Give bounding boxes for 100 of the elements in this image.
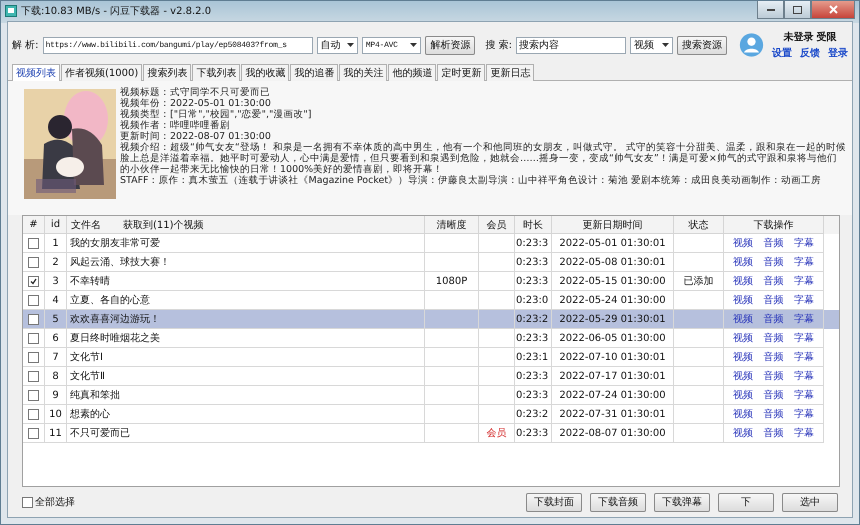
tab[interactable]: 我的追番	[290, 64, 338, 81]
footer-button[interactable]: 下载封面	[526, 492, 582, 512]
download-link[interactable]: 音频	[763, 312, 784, 326]
row-checkbox[interactable]	[28, 314, 39, 324]
download-link[interactable]: 视频	[733, 388, 754, 402]
minimize-button[interactable]	[757, 1, 784, 19]
download-link[interactable]: 音频	[763, 350, 784, 364]
row-checkbox[interactable]	[28, 408, 39, 420]
download-link[interactable]: 字幕	[794, 312, 814, 326]
footer-button[interactable]: 下载音频	[590, 492, 646, 512]
footer-button[interactable]: 下载弹幕	[654, 492, 710, 512]
search-label: 搜 索:	[485, 38, 512, 52]
search-field[interactable]: 搜索内容	[516, 36, 626, 54]
download-link[interactable]: 视频	[733, 255, 754, 269]
tab[interactable]: 我的关注	[339, 64, 388, 81]
footer-button[interactable]: 选中	[782, 492, 838, 512]
caret-icon	[662, 43, 670, 47]
row-checkbox[interactable]	[28, 294, 39, 306]
info-text: 视频作者：哔哩哔哩番剧	[120, 120, 231, 131]
format-dropdown[interactable]: MP4-AVC	[362, 36, 422, 54]
download-link[interactable]: 音频	[763, 426, 784, 440]
tab[interactable]: 作者视频(1000)	[61, 64, 142, 81]
type-dropdown[interactable]: 视频	[630, 36, 674, 54]
download-link[interactable]: 视频	[733, 312, 754, 326]
download-link[interactable]: 音频	[763, 388, 784, 402]
tab[interactable]: 他的频道	[388, 64, 436, 81]
maximize-icon	[793, 6, 802, 14]
row-checkbox[interactable]	[28, 256, 39, 268]
video-count: 获取到(11)个视频	[123, 218, 204, 232]
select-all-checkbox[interactable]	[22, 496, 33, 508]
download-link[interactable]: 视频	[733, 331, 754, 345]
login-status: 未登录 受限	[783, 30, 837, 44]
download-link[interactable]: 视频	[733, 407, 754, 421]
download-link[interactable]: 音频	[763, 407, 784, 421]
table-cell	[425, 424, 479, 443]
download-link[interactable]: 视频	[733, 426, 754, 440]
select-all-label: 全部选择	[35, 496, 75, 509]
row-checkbox[interactable]	[28, 390, 39, 400]
app-icon	[5, 5, 17, 17]
download-link[interactable]: 视频	[733, 293, 754, 307]
user-link[interactable]: 反馈	[800, 46, 820, 60]
download-link[interactable]: 音频	[763, 369, 784, 383]
download-link[interactable]: 字幕	[794, 369, 814, 383]
search-button[interactable]: 搜索资源	[677, 36, 728, 54]
table-cell: 会员	[479, 424, 515, 443]
download-link[interactable]: 字幕	[794, 407, 814, 421]
info-text: 视频类型：["日常","校园","恋爱","漫画改"]	[120, 109, 312, 120]
info-text: 视频介绍：超级“帅气女友“登场！ 和泉是一名拥有不幸体质的高中男生，他有一个和他同班的女朋友，叫做式守。 式守的笑容十分甜美、温柔，跟和泉在一起的时候脸上总是洋溢着幸福。她平时可爱动人，心中满是爱情，但只要看到和泉遇到危险，她就会……摇身一变，变成“帅气女友”！满是可爱×帅气的式守跟和泉将与他们的小伙伴一起带来无比愉快的日常！1000%美好的爱情喜剧，即将开幕！	[120, 142, 846, 175]
download-link[interactable]: 字幕	[794, 388, 814, 402]
download-link[interactable]: 音频	[763, 274, 784, 288]
tab[interactable]: 更新日志	[486, 64, 534, 81]
info-text: 更新时间：2022-08-07 01:30:00	[120, 131, 272, 142]
parse-button[interactable]: 解析资源	[425, 36, 476, 54]
download-link[interactable]: 音频	[763, 255, 784, 269]
maximize-button[interactable]	[784, 1, 811, 19]
tab[interactable]: 视频列表	[12, 64, 60, 81]
row-checkbox[interactable]	[28, 428, 39, 438]
user-link[interactable]: 设置	[772, 46, 792, 60]
row-checkbox[interactable]	[28, 370, 39, 382]
check-icon	[30, 278, 37, 284]
minimize-icon	[766, 8, 774, 10]
download-link[interactable]: 字幕	[794, 331, 814, 345]
download-link[interactable]: 音频	[763, 236, 784, 250]
info-text: 视频年份：2022-05-01 01:30:00	[120, 98, 272, 109]
table-row[interactable]: 5 欢欢喜喜河边游玩！ 0:23:2 2022-05-29 01:30:01 视频 音频 字幕	[23, 310, 839, 329]
row-checkbox[interactable]	[28, 276, 39, 286]
tab[interactable]: 定时更新	[437, 64, 486, 81]
info-text: STAFF：原作：真木萤五（连载于讲谈社《Magazine Pocket》）导演：伊藤良太副导演：山中祥平角色设计：菊池 爱剧本统筹：成田良美动画制作：动画工房	[120, 175, 822, 186]
tab[interactable]: 下载列表	[192, 64, 240, 81]
row-checkbox[interactable]	[28, 238, 39, 248]
table-cell: 0:23:3	[515, 424, 552, 443]
download-link[interactable]: 视频	[733, 236, 754, 250]
download-link[interactable]: 字幕	[794, 255, 814, 269]
mode-dropdown[interactable]: 自动	[316, 36, 358, 54]
tab[interactable]: 搜索列表	[143, 64, 192, 81]
footer-button[interactable]: 下	[718, 492, 774, 512]
table-cell: 2022-08-07 01:30:00	[552, 424, 674, 443]
window-title: 下载:10.83 MB/s - 闪豆下载器 - v2.8.2.0	[21, 4, 212, 18]
parse-label: 解 析:	[12, 38, 39, 52]
url-field[interactable]: https://www.bilibili.com/bangumi/play/ep508403?from_s	[42, 36, 313, 54]
download-link[interactable]: 音频	[763, 293, 784, 307]
row-checkbox[interactable]	[28, 352, 39, 362]
download-link[interactable]: 字幕	[794, 350, 814, 364]
download-link[interactable]: 字幕	[794, 274, 814, 288]
tab[interactable]: 我的收藏	[241, 64, 290, 81]
download-link[interactable]: 字幕	[794, 293, 814, 307]
caret-icon	[346, 43, 354, 47]
download-link[interactable]: 音频	[763, 331, 784, 345]
close-button[interactable]	[811, 1, 855, 19]
download-link[interactable]: 视频	[733, 369, 754, 383]
table-cell	[674, 424, 724, 443]
user-link[interactable]: 登录	[828, 46, 848, 60]
download-link[interactable]: 字幕	[794, 236, 814, 250]
download-link[interactable]: 视频	[733, 274, 754, 288]
download-link[interactable]: 字幕	[794, 426, 814, 440]
info-text: 视频标题：式守同学不只可爱而已	[120, 87, 271, 98]
table-cell: 不只可爱而已	[67, 424, 425, 443]
close-icon	[828, 5, 838, 14]
row-checkbox[interactable]	[28, 332, 39, 344]
download-link[interactable]: 视频	[733, 350, 754, 364]
